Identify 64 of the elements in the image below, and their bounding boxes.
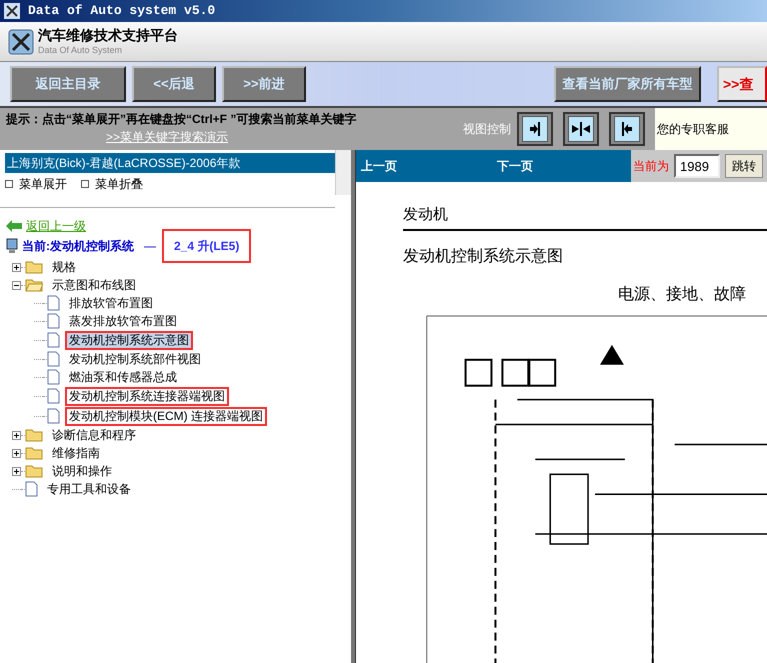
tree-item[interactable]: 蒸发排放软管布置图	[65, 312, 181, 330]
search-button[interactable]: >>查	[717, 66, 767, 102]
list-icon	[81, 180, 89, 188]
tree-item[interactable]: 维修指南	[48, 444, 104, 462]
list-icon	[5, 180, 13, 188]
folder-icon	[25, 260, 43, 274]
document-icon	[47, 351, 60, 367]
collapse-menu-link[interactable]: 菜单折叠	[95, 175, 143, 193]
app-subtitle: Data Of Auto System	[38, 44, 124, 56]
tree-item[interactable]: 发动机控制系统连接器端视图	[65, 386, 229, 406]
tree-item[interactable]: 排放软管布置图	[65, 294, 157, 312]
section-heading: 发动机	[403, 204, 767, 230]
next-page-link[interactable]: 下一页	[497, 157, 533, 175]
app-title: 汽车维修技术支持平台	[38, 27, 178, 45]
tree-item[interactable]: 发动机控制系统示意图	[65, 330, 193, 350]
arrow-left-icon	[6, 220, 22, 232]
document-icon	[25, 481, 38, 497]
separator-text: —	[144, 238, 156, 255]
open-folder-icon	[25, 278, 43, 292]
arrows-inward-icon	[572, 122, 590, 136]
current-page-label: 当前为	[633, 158, 669, 175]
tree-item[interactable]: 诊断信息和程序	[48, 426, 140, 444]
tree-item[interactable]: 专用工具和设备	[43, 480, 135, 498]
tree-item[interactable]: 示意图和布线图	[48, 276, 140, 294]
tree-item[interactable]: 燃油泵和传感器总成	[65, 368, 181, 386]
view-button[interactable]	[563, 112, 599, 146]
folder-icon	[25, 446, 43, 460]
prev-page-link[interactable]: 上一页	[361, 157, 397, 175]
vehicle-header: 上海别克(Bick)-君越(LaCROSSE)-2006年款	[5, 153, 335, 173]
tree-item[interactable]: 发动机控制模块(ECM) 连接器端视图	[65, 406, 267, 426]
folder-icon	[25, 464, 43, 478]
service-text: 您的专职客服	[657, 121, 729, 138]
document-icon	[47, 332, 60, 348]
engine-label: 2_4 升(LE5)	[164, 231, 250, 261]
document-icon	[47, 295, 60, 311]
window-title: Data of Auto system v5.0	[28, 2, 216, 20]
expand-toggle[interactable]	[12, 262, 21, 272]
expand-toggle[interactable]	[12, 430, 21, 440]
expand-toggle[interactable]	[12, 466, 21, 476]
document-icon	[47, 313, 60, 329]
document-icon	[47, 388, 60, 404]
arrow-left-icon	[621, 122, 633, 136]
collapse-toggle[interactable]	[12, 280, 21, 290]
computer-icon	[6, 238, 18, 254]
document-icon	[47, 408, 60, 424]
back-link[interactable]: 返回上一级	[26, 217, 86, 235]
view-button[interactable]	[609, 112, 645, 146]
view-button[interactable]	[517, 112, 553, 146]
tree-item[interactable]: 规格	[48, 258, 80, 276]
arrow-right-icon	[529, 122, 541, 136]
tree-item[interactable]: 发动机控制系统部件视图	[65, 350, 205, 368]
diagram-title: 电源、接地、故障	[618, 284, 747, 304]
go-button[interactable]: 跳转	[725, 154, 763, 178]
folder-icon	[25, 428, 43, 442]
view-control-label: 视图控制	[463, 121, 511, 138]
scrollbar[interactable]	[335, 150, 351, 195]
page-number-field[interactable]: 1989	[674, 154, 720, 178]
tree-item[interactable]: 说明和操作	[48, 462, 116, 480]
expand-menu-link[interactable]: 菜单展开	[19, 175, 67, 193]
document-title: 发动机控制系统示意图	[403, 246, 564, 266]
current-section: 当前:发动机控制系统	[22, 237, 134, 255]
expand-toggle[interactable]	[12, 448, 21, 458]
document-icon	[47, 369, 60, 385]
hint-text: 提示：点击“菜单展开”再在键盘按“Ctrl+F ”可搜索当前菜单关键字	[6, 111, 358, 128]
